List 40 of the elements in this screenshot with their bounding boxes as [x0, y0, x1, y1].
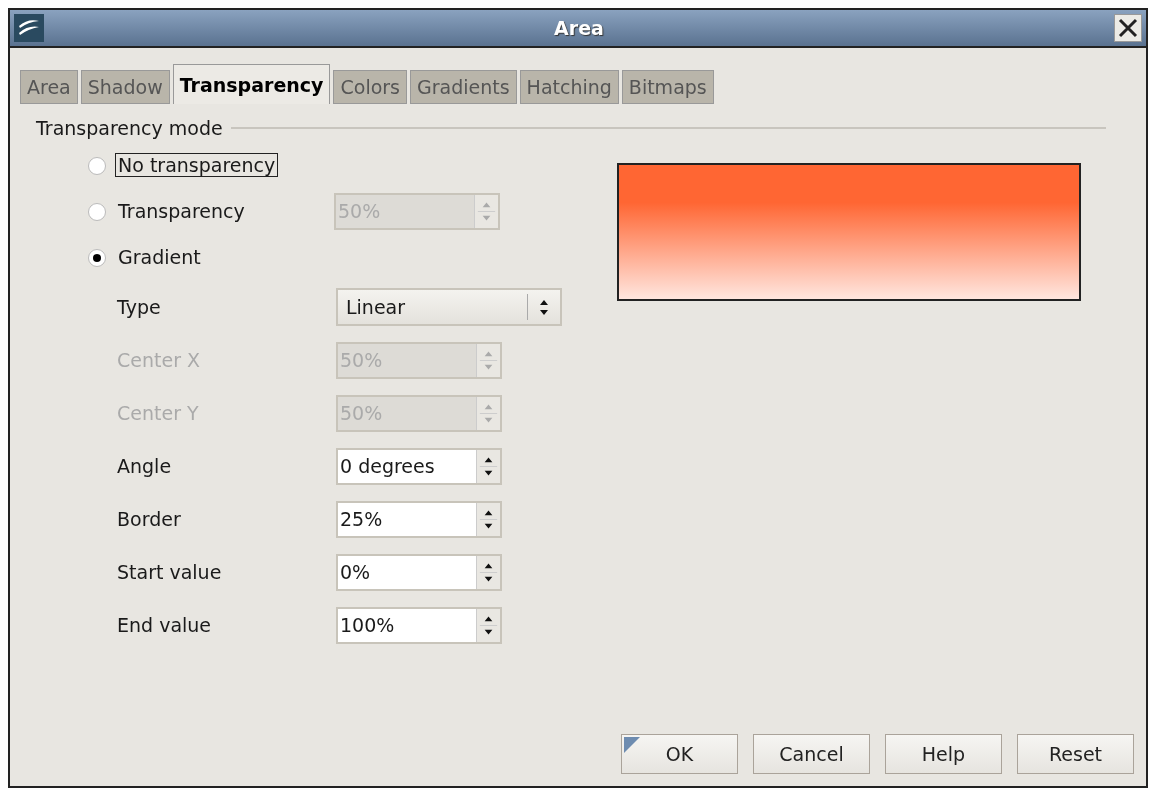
field-label: Center X [117, 347, 201, 373]
default-marker-icon [624, 737, 640, 753]
dialog-button[interactable]: Help [885, 734, 1002, 774]
spin-arrows-icon[interactable] [476, 449, 500, 483]
tab[interactable]: Colors [333, 70, 407, 104]
radio-label[interactable]: No transparency [115, 153, 279, 178]
app-logo-icon [14, 14, 44, 42]
section-title: Transparency mode [36, 116, 223, 141]
close-icon [1118, 18, 1138, 38]
tab[interactable]: Transparency [172, 64, 331, 104]
field-label: Center Y [117, 400, 200, 426]
spin-arrows-icon[interactable] [476, 608, 500, 642]
window-title: Area [553, 15, 605, 41]
field-label: Border [117, 506, 182, 532]
type-dropdown[interactable]: Linear [336, 288, 562, 326]
dialog-button[interactable]: Cancel [753, 734, 870, 774]
spin-field[interactable]: 25% [336, 500, 502, 538]
radio-label[interactable]: Gradient [115, 245, 204, 270]
field-label: Start value [117, 559, 223, 585]
field-label: Type [117, 294, 162, 320]
dialog-button[interactable]: OK [621, 734, 738, 774]
tab[interactable]: Shadow [80, 70, 170, 104]
spin-field[interactable]: 0 degrees [336, 447, 502, 485]
field-label: End value [117, 612, 213, 638]
spin-field[interactable]: 0% [336, 553, 502, 591]
tab[interactable]: Bitmaps [621, 70, 714, 104]
field-label: Angle [117, 453, 173, 479]
spin-field[interactable]: 100% [336, 606, 502, 644]
spin-arrows-icon[interactable] [476, 502, 500, 536]
dialog-button[interactable]: Reset [1017, 734, 1134, 774]
close-button[interactable] [1114, 14, 1142, 42]
tab[interactable]: Area [20, 70, 78, 104]
tab[interactable]: Hatching [519, 70, 619, 104]
radio-button[interactable] [88, 202, 106, 221]
radio-button[interactable] [88, 248, 106, 267]
radio-label[interactable]: Transparency [115, 199, 248, 224]
radio-button[interactable] [88, 156, 106, 175]
updown-icon [540, 299, 548, 315]
spin-arrows-icon[interactable] [476, 555, 500, 589]
tab[interactable]: Gradients [410, 70, 517, 104]
